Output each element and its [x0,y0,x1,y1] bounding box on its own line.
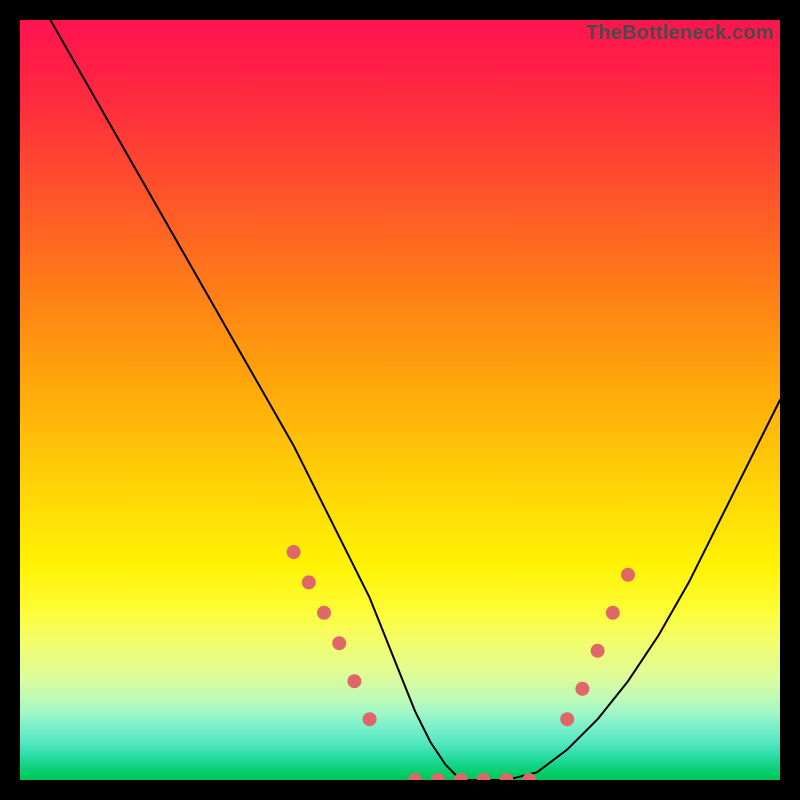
highlight-dot [408,773,422,780]
chart-frame: TheBottleneck.com [0,0,800,800]
highlight-dot [606,606,620,620]
bottleneck-curve-path [50,20,780,780]
highlight-dot [347,674,361,688]
highlight-dot [363,712,377,726]
highlight-dot [302,575,316,589]
chart-svg [20,20,780,780]
highlight-dot [499,773,513,780]
highlight-dot [591,644,605,658]
highlight-dot [332,636,346,650]
highlight-left-dots [287,545,377,726]
highlight-dot [431,773,445,780]
highlight-dot [317,606,331,620]
chart-plot-area: TheBottleneck.com [20,20,780,780]
highlight-dot [575,682,589,696]
highlight-dot [287,545,301,559]
highlight-right-dots [560,568,635,726]
highlight-dot [560,712,574,726]
highlight-dot [477,773,491,780]
highlight-dot [621,568,635,582]
